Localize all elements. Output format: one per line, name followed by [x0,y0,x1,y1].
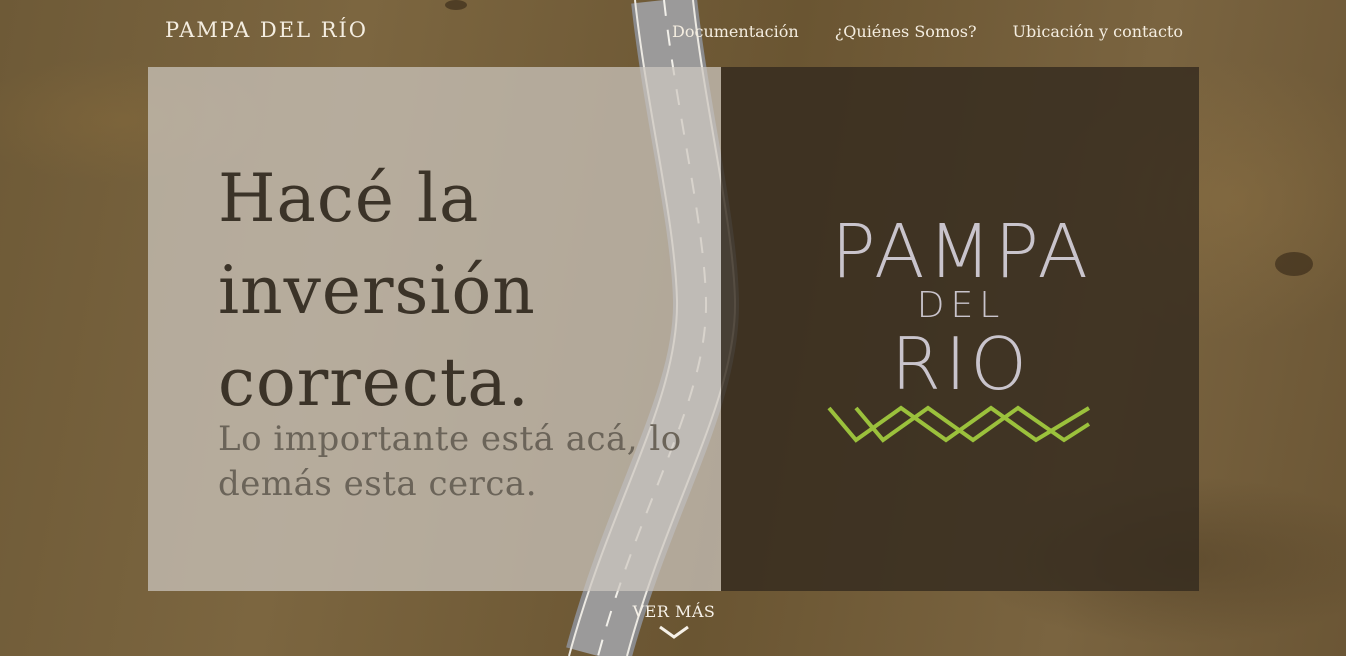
ver-mas-button[interactable]: VER MÁS [632,602,716,639]
logo-line-del: DEL [917,285,1006,326]
logo-line-pampa: PAMPA [831,209,1091,295]
logo-zigzag-icon [827,405,1091,443]
logo-line-rio: RIO [891,322,1031,406]
nav-link-quienes-somos[interactable]: ¿Quiénes Somos? [835,22,977,41]
hero-headline: Hacé la inversión correcta. [218,160,536,421]
ver-mas-label: VER MÁS [632,602,716,621]
field-mound [1275,252,1313,276]
hero-subline: Lo importante está acá, lo demás esta ce… [218,419,682,504]
logo-panel: PAMPA DEL RIO [721,67,1199,591]
pampa-del-rio-logo: PAMPA DEL RIO [827,209,1091,443]
field-mound [445,0,467,10]
hero-section: PAMPA DEL RÍO Documentación ¿Quiénes Som… [0,0,1346,656]
chevron-down-icon [659,625,689,639]
hero-text-panel: Hacé la inversión correcta. Lo important… [148,67,721,591]
nav-link-ubicacion-contacto[interactable]: Ubicación y contacto [1013,22,1183,41]
main-nav: Documentación ¿Quiénes Somos? Ubicación … [672,22,1183,41]
brand-logo-text[interactable]: PAMPA DEL RÍO [165,18,368,42]
nav-link-documentacion[interactable]: Documentación [672,22,799,41]
